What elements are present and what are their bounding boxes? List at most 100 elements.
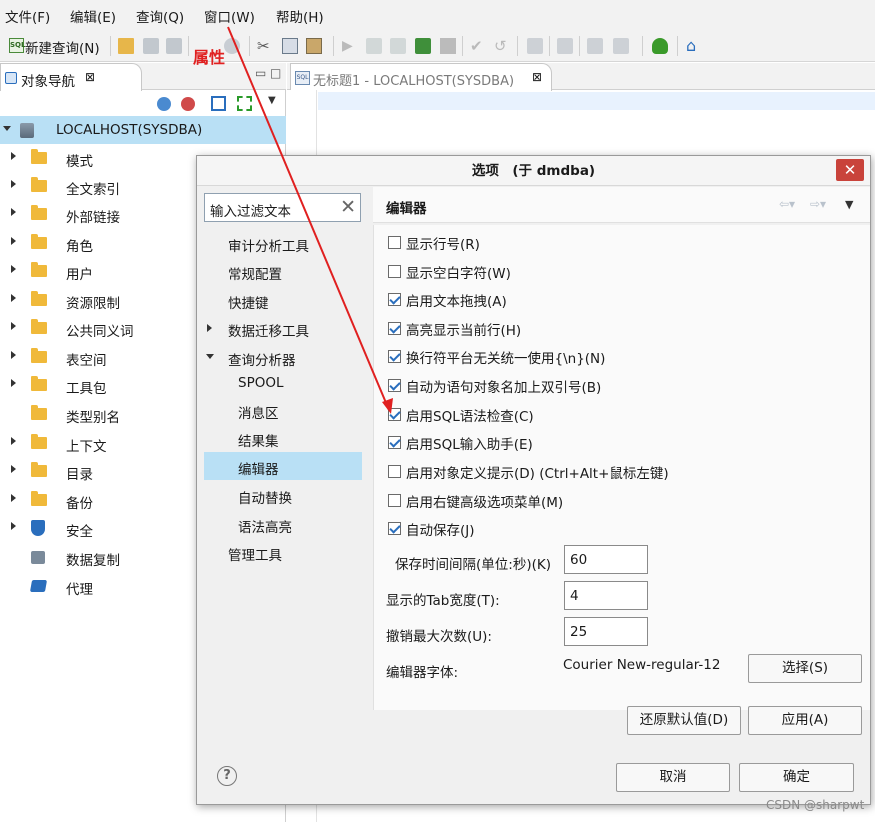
- options-item-resultset[interactable]: 结果集: [204, 424, 362, 452]
- checkbox[interactable]: [388, 408, 401, 421]
- view-menu-icon[interactable]: ▼: [268, 95, 276, 106]
- save-all-icon[interactable]: [166, 38, 182, 54]
- apply-button[interactable]: 应用(A): [748, 706, 862, 735]
- explain-icon[interactable]: [415, 38, 431, 54]
- minimize-icon[interactable]: ▭: [255, 66, 266, 80]
- toolbar: SQL 新建查询(N) ✂ ▶ ✔ ↺ ⌂: [0, 30, 875, 62]
- stop-icon[interactable]: [440, 38, 456, 54]
- undo-limit-label: 撤销最大次数(U):: [386, 629, 492, 645]
- run-selected-icon[interactable]: [366, 38, 382, 54]
- checkbox[interactable]: [388, 522, 401, 535]
- watermark: CSDN @sharpwt: [766, 798, 865, 812]
- editor-font-label: 编辑器字体:: [386, 665, 459, 681]
- checkbox[interactable]: [388, 350, 401, 363]
- history-icon[interactable]: [557, 38, 573, 54]
- options-item-syntax-highlight[interactable]: 语法高亮: [204, 510, 362, 538]
- object-navigator-tab[interactable]: 对象导航 ⊠: [0, 63, 142, 91]
- checkbox[interactable]: [388, 293, 401, 306]
- filter-input[interactable]: 输入过滤文本 ✕: [204, 193, 361, 222]
- folder-icon: [31, 434, 47, 449]
- forward-icon[interactable]: ⇨▾: [810, 197, 826, 211]
- options-item-spool[interactable]: SPOOL: [204, 369, 362, 397]
- home-icon[interactable]: ⌂: [686, 38, 702, 54]
- checkbox[interactable]: [388, 322, 401, 335]
- dialog-close-button[interactable]: ✕: [836, 159, 864, 181]
- run-script-icon[interactable]: [390, 38, 406, 54]
- menu-file[interactable]: 文件(F): [5, 6, 50, 26]
- layers-icon: [29, 580, 48, 592]
- server-icon: [20, 123, 34, 138]
- redo-icon[interactable]: [224, 38, 240, 54]
- back-icon[interactable]: ⇦▾: [779, 197, 795, 211]
- clear-icon[interactable]: ✕: [340, 196, 356, 218]
- folder-icon: [31, 234, 47, 249]
- format-icon[interactable]: [527, 38, 543, 54]
- replication-icon: [31, 551, 45, 564]
- menu-query[interactable]: 查询(Q): [136, 6, 184, 26]
- options-item-editor[interactable]: 编辑器: [204, 452, 362, 480]
- page-title: 编辑器: [386, 201, 427, 217]
- tree-root-label: LOCALHOST(SYSDBA): [56, 122, 203, 138]
- disconnect-icon[interactable]: [181, 97, 195, 111]
- debug-run-icon[interactable]: [613, 38, 629, 54]
- menu-help[interactable]: 帮助(H): [276, 6, 324, 26]
- checkbox[interactable]: [388, 494, 401, 507]
- undo-limit-input[interactable]: 25: [564, 617, 648, 646]
- checkbox[interactable]: [388, 436, 401, 449]
- sql-file-icon: SQL: [295, 71, 310, 85]
- bug-icon[interactable]: [652, 38, 668, 54]
- folder-icon: [31, 291, 47, 306]
- ok-button[interactable]: 确定: [739, 763, 854, 792]
- folder-icon: [31, 177, 47, 192]
- checkbox[interactable]: [388, 465, 401, 478]
- tree-root[interactable]: LOCALHOST(SYSDBA): [0, 116, 286, 144]
- choose-font-button[interactable]: 选择(S): [748, 654, 862, 683]
- checkbox[interactable]: [388, 379, 401, 392]
- checkbox[interactable]: [388, 236, 401, 249]
- folder-icon: [31, 149, 47, 164]
- copy-icon[interactable]: [282, 38, 298, 54]
- commit-icon[interactable]: ✔: [470, 38, 486, 54]
- folder-icon: [31, 491, 47, 506]
- folder-icon: [31, 205, 47, 220]
- cancel-button[interactable]: 取消: [616, 763, 730, 792]
- editor-tab-title: 无标题1 - LOCALHOST(SYSDBA): [313, 74, 515, 89]
- options-item-messages[interactable]: 消息区: [204, 396, 362, 424]
- folder-icon: [31, 405, 47, 420]
- run-icon[interactable]: ▶: [342, 38, 358, 54]
- close-icon[interactable]: ⊠: [85, 70, 95, 84]
- menu-edit[interactable]: 编辑(E): [70, 6, 116, 26]
- options-item-management[interactable]: 管理工具: [204, 538, 362, 566]
- editor-tab[interactable]: SQL 无标题1 - LOCALHOST(SYSDBA) ⊠: [290, 63, 552, 91]
- refresh-icon[interactable]: [237, 96, 252, 111]
- connect-icon[interactable]: [157, 97, 171, 111]
- menu-window[interactable]: 窗口(W): [204, 6, 255, 26]
- editor-font-value: Courier New-regular-12: [563, 657, 721, 673]
- tab-width-input[interactable]: 4: [564, 581, 648, 610]
- save-icon[interactable]: [143, 38, 159, 54]
- rollback-icon[interactable]: ↺: [494, 38, 510, 54]
- options-item-general[interactable]: 常规配置: [204, 257, 362, 285]
- page-menu-icon[interactable]: ▼: [845, 198, 853, 211]
- open-folder-icon[interactable]: [118, 38, 134, 54]
- folder-icon: [31, 348, 47, 363]
- edit-icon[interactable]: [211, 96, 226, 111]
- options-item-shortcuts[interactable]: 快捷键: [204, 286, 362, 314]
- autosave-interval-input[interactable]: 60: [564, 545, 648, 574]
- cut-icon[interactable]: ✂: [257, 38, 273, 54]
- options-item-query-analyzer[interactable]: 查询分析器: [204, 343, 362, 371]
- tab-width-label: 显示的Tab宽度(T):: [386, 593, 500, 609]
- restore-defaults-button[interactable]: 还原默认值(D): [627, 706, 741, 735]
- help-icon[interactable]: ?: [217, 766, 237, 786]
- options-item-migration[interactable]: 数据迁移工具: [204, 314, 362, 342]
- checkbox[interactable]: [388, 265, 401, 278]
- options-item-autoreplace[interactable]: 自动替换: [204, 481, 362, 509]
- close-icon[interactable]: ⊠: [532, 70, 542, 84]
- paste-icon[interactable]: [306, 38, 322, 54]
- navigator-icon: [5, 72, 17, 84]
- new-query-button[interactable]: 新建查询(N): [25, 37, 100, 57]
- editor-current-line[interactable]: [318, 92, 875, 110]
- options-item-audit[interactable]: 审计分析工具: [204, 229, 362, 257]
- maximize-icon[interactable]: □: [270, 66, 281, 80]
- debug-step-icon[interactable]: [587, 38, 603, 54]
